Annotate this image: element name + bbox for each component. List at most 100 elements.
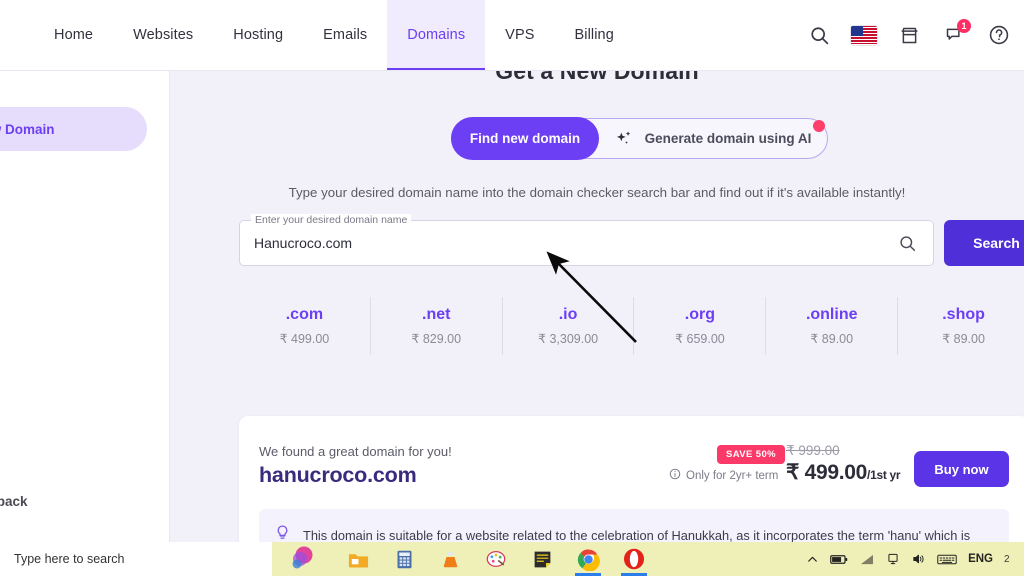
sidebar-item-get-a-new-domain[interactable]: Get a New Domain bbox=[0, 107, 147, 151]
nav-item-emails[interactable]: Emails bbox=[303, 0, 387, 70]
us-flag-icon[interactable] bbox=[851, 22, 877, 48]
domain-search-row: Enter your desired domain name Hanucroco… bbox=[239, 214, 1024, 272]
volume-icon[interactable] bbox=[911, 552, 926, 566]
nav-label: Billing bbox=[574, 27, 614, 43]
top-navigation-bar: Home Websites Hosting Emails Domains VPS… bbox=[0, 0, 1024, 71]
sticky-notes-icon[interactable] bbox=[522, 542, 562, 576]
tld-price: ₹ 659.00 bbox=[675, 332, 725, 346]
inline-search-icon[interactable] bbox=[898, 234, 917, 258]
language-indicator[interactable]: ENG bbox=[968, 553, 993, 565]
toggle-generate-using-ai[interactable]: Generate domain using AI bbox=[599, 118, 827, 159]
buy-now-button[interactable]: Buy now bbox=[914, 451, 1009, 487]
taskbar-search-placeholder: Type here to search bbox=[14, 552, 125, 566]
paint-icon[interactable] bbox=[476, 542, 516, 576]
tld-price: ₹ 89.00 bbox=[942, 332, 985, 346]
nav-item-home[interactable]: Home bbox=[34, 0, 113, 70]
nav-label: Websites bbox=[133, 27, 194, 43]
chrome-icon[interactable] bbox=[568, 542, 608, 576]
taskbar-apps bbox=[334, 542, 654, 576]
store-icon[interactable] bbox=[896, 22, 922, 48]
toggle-find-new-domain[interactable]: Find new domain bbox=[451, 117, 599, 160]
notification-badge: 1 bbox=[957, 19, 971, 33]
tld-price: ₹ 89.00 bbox=[810, 332, 854, 346]
windows-taskbar: Type here to search ENG 2 bbox=[0, 542, 1024, 576]
tld-item-com[interactable]: .com ₹ 499.00 bbox=[239, 297, 371, 355]
sidebar: Domains Get a New Domain Transfers Give … bbox=[0, 71, 170, 542]
term-note-label: Only for 2yr+ term bbox=[686, 469, 779, 482]
chevron-up-icon[interactable] bbox=[806, 553, 819, 566]
nav-items: Home Websites Hosting Emails Domains VPS… bbox=[34, 0, 634, 70]
domain-mode-toggle: Find new domain Generate domain using AI bbox=[451, 117, 828, 160]
new-feature-dot-icon bbox=[813, 120, 825, 132]
file-explorer-icon[interactable] bbox=[338, 542, 378, 576]
result-term-note: Only for 2yr+ term bbox=[669, 468, 778, 483]
sparkle-ai-icon bbox=[615, 129, 634, 148]
domain-search-field[interactable]: Enter your desired domain name Hanucroco… bbox=[239, 214, 934, 266]
taskbar-clock[interactable]: 2 bbox=[1004, 554, 1018, 565]
tld-name: .shop bbox=[942, 306, 985, 323]
opera-icon[interactable] bbox=[614, 542, 654, 576]
tld-item-online[interactable]: .online ₹ 89.00 bbox=[766, 297, 899, 355]
nav-label: Home bbox=[54, 27, 94, 43]
sidebar-item-label: Get a New Domain bbox=[0, 121, 55, 137]
flag-graphic bbox=[851, 25, 877, 45]
help-icon[interactable] bbox=[986, 22, 1012, 48]
vlc-icon[interactable] bbox=[430, 542, 470, 576]
nav-item-billing[interactable]: Billing bbox=[555, 0, 634, 70]
nav-label: Hosting bbox=[233, 27, 284, 43]
domain-result-card: We found a great domain for you! hanucro… bbox=[239, 416, 1024, 542]
tld-item-io[interactable]: .io ₹ 3,309.00 bbox=[503, 297, 635, 355]
system-tray: ENG 2 bbox=[806, 552, 1024, 566]
tld-price: ₹ 829.00 bbox=[411, 332, 462, 346]
save-badge: SAVE 50% bbox=[717, 445, 786, 464]
taskbar-search-input[interactable]: Type here to search bbox=[0, 542, 272, 576]
nav-item-websites[interactable]: Websites bbox=[113, 0, 213, 70]
search-input[interactable]: Hanucroco.com bbox=[254, 235, 352, 251]
battery-icon[interactable] bbox=[830, 553, 848, 566]
nav-item-hosting[interactable]: Hosting bbox=[213, 0, 303, 70]
onedrive-icon[interactable] bbox=[886, 552, 900, 566]
wifi-icon[interactable] bbox=[859, 553, 875, 566]
domain-hint-bar: This domain is suitable for a website re… bbox=[259, 509, 1009, 542]
result-new-price: ₹ 499.00/1st yr bbox=[786, 460, 901, 485]
calculator-icon[interactable] bbox=[384, 542, 424, 576]
page-title: Get a New Domain bbox=[495, 71, 699, 84]
notifications-icon[interactable]: 1 bbox=[941, 19, 971, 48]
tld-name: .net bbox=[422, 306, 451, 323]
result-found-label: We found a great domain for you! bbox=[259, 444, 452, 459]
nav-label: Emails bbox=[323, 27, 368, 43]
result-domain-name: hanucroco.com bbox=[259, 463, 417, 487]
info-icon bbox=[669, 468, 681, 483]
lightbulb-icon bbox=[274, 524, 291, 542]
sidebar-give-feedback[interactable]: Give feedback bbox=[0, 486, 147, 516]
main-content: Get a New Domain Find new domain Generat… bbox=[170, 71, 1024, 542]
toggle-label: Generate domain using AI bbox=[644, 131, 812, 146]
tld-name: .online bbox=[805, 306, 858, 323]
price-amount: ₹ 499.00 bbox=[786, 461, 868, 484]
tld-name: .com bbox=[285, 306, 324, 323]
page-subtitle: Type your desired domain name into the d… bbox=[288, 185, 906, 200]
nav-item-vps[interactable]: VPS bbox=[485, 0, 554, 70]
nav-label: Domains bbox=[407, 27, 466, 43]
price-period: /1st yr bbox=[867, 468, 901, 482]
browser-page: Home Websites Hosting Emails Domains VPS… bbox=[0, 0, 1024, 576]
search-icon[interactable] bbox=[806, 22, 832, 48]
tld-item-org[interactable]: .org ₹ 659.00 bbox=[634, 297, 767, 355]
domain-hint-text: This domain is suitable for a website re… bbox=[303, 527, 971, 543]
search-input-legend: Enter your desired domain name bbox=[251, 214, 412, 226]
nav-icon-group: 1 bbox=[806, 0, 1024, 70]
result-old-price: ₹ 999.00 bbox=[786, 443, 840, 458]
cortana-icon[interactable] bbox=[272, 542, 334, 576]
tld-price: ₹ 499.00 bbox=[279, 332, 330, 346]
nav-item-domains[interactable]: Domains bbox=[387, 0, 486, 70]
tld-item-net[interactable]: .net ₹ 829.00 bbox=[371, 297, 503, 355]
tld-item-shop[interactable]: .shop ₹ 89.00 bbox=[898, 297, 1024, 355]
nav-label: VPS bbox=[505, 27, 535, 43]
toggle-label: Find new domain bbox=[469, 131, 581, 146]
search-button[interactable]: Search bbox=[944, 220, 1024, 266]
sidebar-item-transfers[interactable]: Transfers bbox=[0, 166, 147, 210]
keyboard-icon[interactable] bbox=[937, 553, 957, 566]
tld-name: .io bbox=[558, 306, 578, 323]
sidebar-feedback-label: Give feedback bbox=[0, 493, 28, 509]
